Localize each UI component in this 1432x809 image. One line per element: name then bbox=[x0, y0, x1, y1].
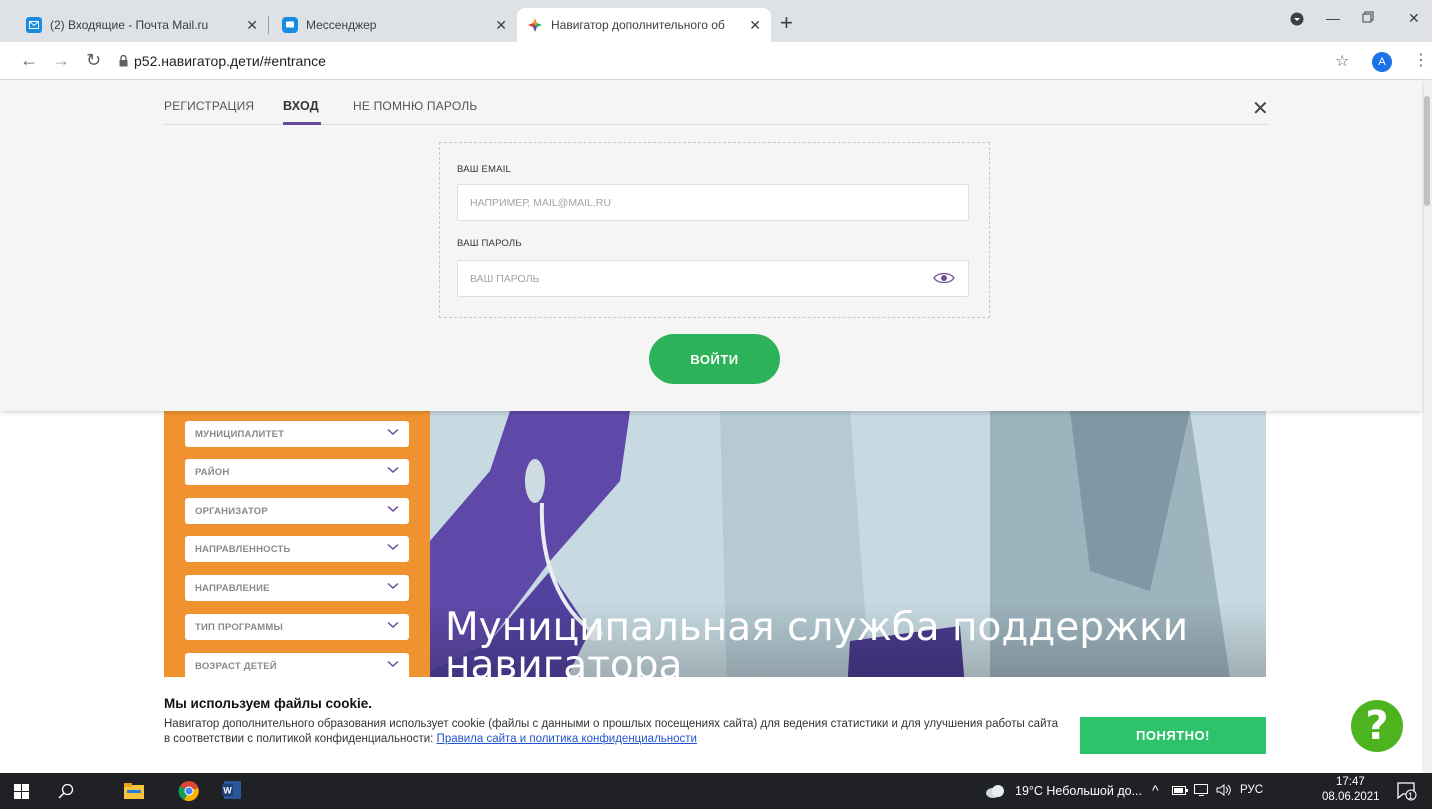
taskbar: W 19°C Небольшой до... ^ РУС 17:47 08.06… bbox=[0, 773, 1432, 809]
new-tab-icon[interactable]: + bbox=[780, 12, 793, 34]
filter-label: НАПРАВЛЕНИЕ bbox=[195, 582, 270, 594]
email-field[interactable] bbox=[457, 184, 969, 221]
minimize-icon[interactable]: — bbox=[1326, 10, 1340, 26]
banner-title: Муниципальная служба поддержки навигатор… bbox=[445, 605, 1189, 685]
file-explorer-icon[interactable] bbox=[124, 783, 144, 802]
filter-program-type[interactable]: ТИП ПРОГРАММЫ bbox=[185, 614, 409, 640]
tab-login[interactable]: ВХОД bbox=[283, 99, 319, 113]
close-tab-icon[interactable]: ✕ bbox=[246, 17, 258, 34]
filter-label: ОРГАНИЗАТОР bbox=[195, 505, 268, 517]
close-window-icon[interactable]: ✕ bbox=[1408, 10, 1420, 27]
show-password-icon[interactable] bbox=[933, 272, 955, 287]
close-tab-icon[interactable]: ✕ bbox=[495, 17, 507, 34]
reload-icon[interactable]: ↻ bbox=[86, 50, 101, 71]
tab-separator bbox=[268, 16, 269, 34]
chevron-down-icon bbox=[387, 505, 399, 513]
weather-cloud-icon[interactable] bbox=[985, 784, 1005, 801]
svg-text:W: W bbox=[223, 786, 232, 796]
tab-title: Навигатор дополнительного об bbox=[551, 18, 725, 32]
filter-label: ВОЗРАСТ ДЕТЕЙ bbox=[195, 660, 277, 672]
address-bar: ← → ↻ p52.навигатор.дети/#entrance ☆ A ⋮ bbox=[0, 42, 1432, 80]
filter-focus[interactable]: НАПРАВЛЕННОСТЬ bbox=[185, 536, 409, 562]
auth-tabs: РЕГИСТРАЦИЯ ВХОД НЕ ПОМНЮ ПАРОЛЬ bbox=[164, 80, 1268, 125]
password-label: ВАШ ПАРОЛЬ bbox=[457, 238, 522, 249]
clock-date[interactable]: 08.06.2021 bbox=[1322, 791, 1380, 803]
mail-icon bbox=[26, 17, 42, 33]
browser-menu-icon[interactable]: ⋮ bbox=[1413, 50, 1429, 70]
tab-title: Мессенджер bbox=[306, 18, 377, 32]
chevron-down-icon bbox=[387, 543, 399, 551]
chevron-down-icon bbox=[387, 621, 399, 629]
scrollbar-thumb[interactable] bbox=[1424, 96, 1430, 206]
banner-title-line: Муниципальная служба поддержки bbox=[445, 605, 1189, 650]
email-label: ВАШ EMAIL bbox=[457, 164, 512, 175]
cookie-title: Мы используем файлы cookie. bbox=[164, 696, 373, 711]
tray-expand-icon[interactable]: ^ bbox=[1152, 782, 1159, 798]
network-icon[interactable] bbox=[1194, 784, 1210, 799]
tab-forgot-password[interactable]: НЕ ПОМНЮ ПАРОЛЬ bbox=[353, 99, 477, 113]
accept-cookies-button[interactable]: ПОНЯТНО! bbox=[1080, 717, 1266, 754]
chevron-down-icon bbox=[387, 660, 399, 668]
browser-tab-mail[interactable]: (2) Входящие - Почта Mail.ru ✕ bbox=[16, 8, 268, 42]
bookmark-star-icon[interactable]: ☆ bbox=[1335, 51, 1349, 71]
close-tab-icon[interactable]: ✕ bbox=[749, 17, 761, 34]
browser-tab-bar: (2) Входящие - Почта Mail.ru ✕ Мессендже… bbox=[0, 0, 1432, 42]
filter-label: МУНИЦИПАЛИТЕТ bbox=[195, 428, 285, 440]
password-field[interactable] bbox=[457, 260, 969, 297]
login-button[interactable]: ВОЙТИ bbox=[649, 334, 780, 384]
back-icon[interactable]: ← bbox=[20, 50, 38, 71]
help-icon[interactable]: ? bbox=[1351, 700, 1403, 752]
language-indicator[interactable]: РУС bbox=[1240, 784, 1263, 796]
tab-title: (2) Входящие - Почта Mail.ru bbox=[50, 18, 209, 32]
search-icon[interactable] bbox=[58, 783, 74, 802]
filter-direction[interactable]: НАПРАВЛЕНИЕ bbox=[185, 575, 409, 601]
filter-child-age[interactable]: ВОЗРАСТ ДЕТЕЙ bbox=[185, 653, 409, 679]
tab-registration[interactable]: РЕГИСТРАЦИЯ bbox=[164, 99, 254, 113]
browser-tab-messenger[interactable]: Мессенджер ✕ bbox=[272, 8, 517, 42]
cookie-banner: Мы используем файлы cookie. Навигатор до… bbox=[0, 677, 1422, 773]
restore-icon[interactable] bbox=[1362, 10, 1374, 26]
login-overlay: РЕГИСТРАЦИЯ ВХОД НЕ ПОМНЮ ПАРОЛЬ ✕ ВАШ E… bbox=[0, 80, 1422, 411]
privacy-policy-link[interactable]: Правила сайта и политика конфиденциально… bbox=[437, 733, 697, 745]
filter-municipality[interactable]: МУНИЦИПАЛИТЕТ bbox=[185, 421, 409, 447]
filter-label: ТИП ПРОГРАММЫ bbox=[195, 621, 284, 633]
clock-time[interactable]: 17:47 bbox=[1336, 776, 1365, 788]
active-tab-indicator bbox=[283, 122, 321, 125]
forward-icon[interactable]: → bbox=[52, 50, 70, 71]
messenger-icon bbox=[282, 17, 298, 33]
word-icon[interactable]: W bbox=[222, 780, 242, 803]
battery-icon[interactable] bbox=[1172, 784, 1188, 799]
chevron-down-icon bbox=[387, 466, 399, 474]
weather-text[interactable]: 19°C Небольшой до... bbox=[1015, 784, 1142, 798]
notification-count: 1 bbox=[1408, 791, 1414, 801]
filter-label: НАПРАВЛЕННОСТЬ bbox=[195, 543, 291, 555]
chrome-icon[interactable] bbox=[178, 780, 200, 805]
filter-organizer[interactable]: ОРГАНИЗАТОР bbox=[185, 498, 409, 524]
navigator-icon bbox=[527, 17, 543, 33]
volume-icon[interactable] bbox=[1216, 784, 1232, 799]
profile-avatar[interactable]: A bbox=[1372, 52, 1392, 72]
filter-label: РАЙОН bbox=[195, 466, 230, 478]
browser-tab-navigator[interactable]: Навигатор дополнительного об ✕ bbox=[517, 8, 771, 42]
notifications-icon[interactable] bbox=[1397, 781, 1417, 804]
url-field[interactable]: p52.навигатор.дети/#entrance bbox=[134, 53, 326, 69]
windows-start-icon[interactable] bbox=[14, 784, 29, 802]
chevron-down-icon bbox=[387, 582, 399, 590]
cookie-text: Навигатор дополнительного образования ис… bbox=[164, 717, 1064, 747]
chevron-down-icon bbox=[387, 428, 399, 436]
filter-district[interactable]: РАЙОН bbox=[185, 459, 409, 485]
login-form: ВАШ EMAIL ВАШ ПАРОЛЬ bbox=[439, 142, 990, 318]
lock-icon[interactable] bbox=[119, 54, 128, 70]
close-icon[interactable]: ✕ bbox=[1252, 96, 1269, 121]
profile-menu-icon[interactable] bbox=[1290, 12, 1304, 29]
